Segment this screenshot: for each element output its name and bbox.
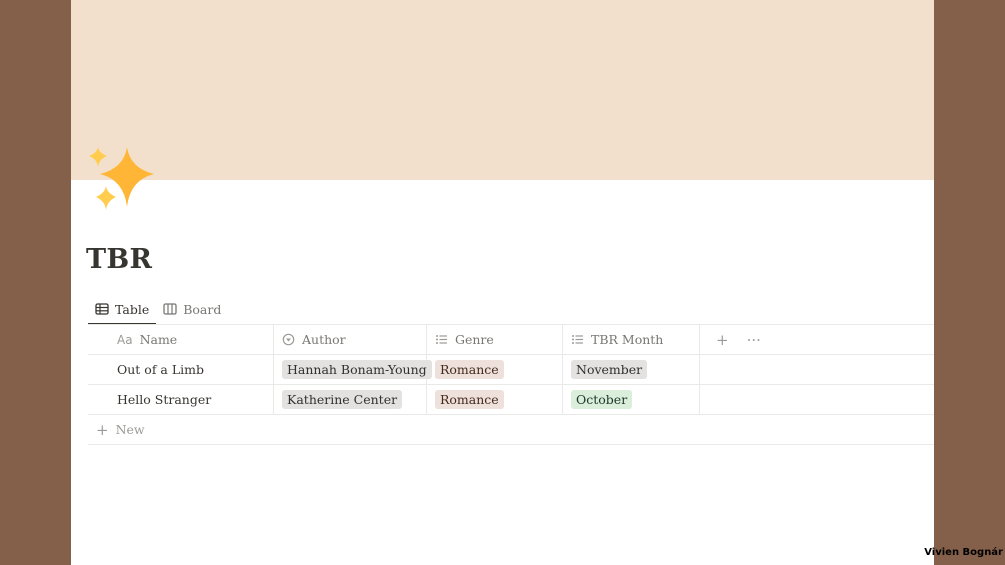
multi-select-icon [572,335,583,344]
author-tag: Katherine Center [282,390,403,409]
tab-table-label: Table [115,301,150,317]
new-row-label: New [115,422,145,437]
month-tag: November [571,360,648,379]
select-icon [282,333,295,346]
column-header-name[interactable]: Aa Name [88,325,274,354]
tab-board-view[interactable]: Board [156,295,228,323]
cell-tbr-month[interactable]: October [563,385,700,414]
page-title[interactable]: TBR [86,244,152,275]
header-actions: + ··· [700,325,934,354]
table-icon [95,303,109,315]
database-table: Aa Name Author Genre TBR Month + ··· Out… [88,325,934,445]
tab-table-view[interactable]: Table [88,295,157,325]
cell-name[interactable]: Hello Stranger [88,385,274,414]
column-header-label: Genre [455,332,494,347]
cell-tbr-month[interactable]: November [563,355,700,384]
table-header-row: Aa Name Author Genre TBR Month + ··· [88,325,934,355]
genre-tag: Romance [435,390,504,409]
view-tabs: Table Board [88,295,228,325]
author-tag: Hannah Bonam-Young [282,360,432,379]
column-header-tbr-month[interactable]: TBR Month [563,325,700,354]
sparkles-icon[interactable] [86,143,156,213]
table-row[interactable]: Out of a Limb Hannah Bonam-Young Romance… [88,355,934,385]
plus-icon[interactable]: + [716,331,729,349]
cell-genre[interactable]: Romance [427,385,563,414]
column-header-genre[interactable]: Genre [427,325,563,354]
cell-author[interactable]: Katherine Center [274,385,427,414]
column-header-author[interactable]: Author [274,325,427,354]
board-icon [163,303,177,315]
notion-page: TBR Table Board Aa Name Author Genre TBR… [71,0,934,565]
column-header-label: Author [302,332,346,347]
cell-author[interactable]: Hannah Bonam-Young [274,355,432,384]
multi-select-icon [436,335,447,344]
plus-icon: + [96,420,109,439]
genre-tag: Romance [435,360,504,379]
column-header-label: Name [139,332,178,347]
title-aa-icon: Aa [117,332,133,347]
cell-name[interactable]: Out of a Limb [88,355,274,384]
author-credit: Vivien Bognár [924,547,1003,558]
tab-board-label: Board [183,301,222,317]
column-header-label: TBR Month [591,332,664,347]
new-row-button[interactable]: + New [88,415,934,445]
cell-genre[interactable]: Romance [427,355,563,384]
cell-empty [700,355,934,384]
more-icon[interactable]: ··· [747,331,761,349]
cell-empty [700,385,934,414]
table-row[interactable]: Hello Stranger Katherine Center Romance … [88,385,934,415]
month-tag: October [571,390,633,409]
page-cover[interactable] [71,0,934,180]
